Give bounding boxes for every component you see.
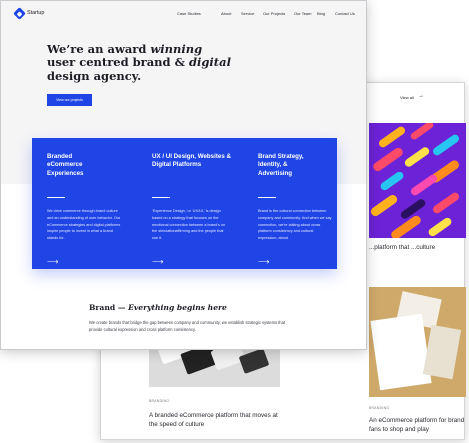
nav-contact-us[interactable]: Contact Us [335,11,355,16]
brand-section-title: Brand — Everything begins here [89,303,227,312]
hero-title: We’re an award winning user centred bran… [47,42,231,83]
nav-about[interactable]: About [221,11,231,16]
arrow-right-icon[interactable]: ⟶ [47,258,58,266]
nav-service[interactable]: Service [241,11,254,16]
service-title: UX / UI Design, Websites & Digital Platf… [152,153,231,169]
project-card-title[interactable]: A branded eCommerce platform that moves … [149,411,283,429]
divider [47,197,65,198]
service-description: We drive commerce through brand culture … [47,209,121,241]
arrow-right-icon[interactable]: ⟶ [258,258,269,266]
nav-case-studies[interactable]: Case Studies [177,11,201,16]
arrow-right-icon[interactable]: ⟶ [152,258,163,266]
service-title: Branded eCommerce Experiences [47,153,84,177]
brand-section-description: We create brands that bridge the gap bet… [89,320,285,332]
nav-our-team[interactable]: Our Team [294,11,312,16]
divider [152,197,170,198]
project-image-purple[interactable] [369,123,466,238]
service-title: Brand Strategy, Identity, & Advertising [258,153,304,177]
nav-blog[interactable]: Blog [317,11,325,16]
view-all-link[interactable]: View all [400,95,414,100]
logo-text[interactable]: Startup [27,10,44,16]
service-description: Brand is the cultural connection between… [258,209,332,241]
homepage-mockup: Startup Case Studies About Service Our P… [0,0,367,350]
nav-our-projects[interactable]: Our Projects [263,11,285,16]
project-image-stationery[interactable] [369,287,466,397]
services-panel: Branded eCommerce Experiences We drive c… [32,138,337,269]
project-card-title[interactable]: An eCommerce platform for brand fans to … [369,416,465,434]
project-card-title[interactable]: ...platform that ...culture [369,243,465,252]
arrow-right-icon[interactable]: → [418,93,424,99]
divider [258,197,276,198]
service-description: ‘Experience Design,’ or ‘UX/UI,’ is desi… [152,209,226,241]
service-card[interactable]: Brand Strategy, Identity, & Advertising … [258,153,340,266]
project-tag: BRANDING [149,399,170,403]
service-card[interactable]: Branded eCommerce Experiences We drive c… [47,153,129,266]
service-card[interactable]: UX / UI Design, Websites & Digital Platf… [152,153,234,266]
view-projects-button[interactable]: View our projects [47,94,92,106]
project-tag: BRANDING [369,406,390,410]
